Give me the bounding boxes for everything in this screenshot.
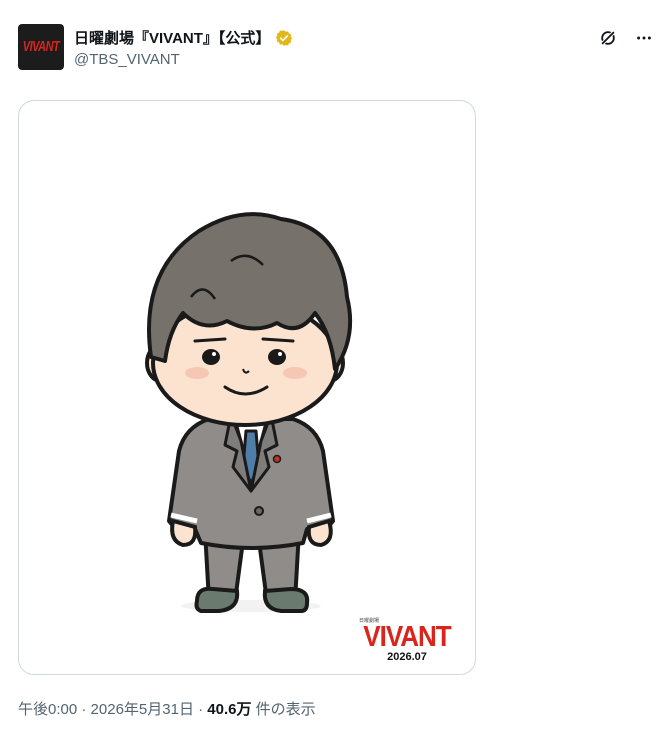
tweet-time[interactable]: 午後0:00 <box>18 701 77 718</box>
more-icon[interactable] <box>634 28 654 48</box>
tweet-meta: 午後0:00 · 2026年5月31日 · 40.6万 件の表示 <box>18 698 316 719</box>
user-handle[interactable]: @TBS_VIVANT <box>74 51 180 68</box>
character-illustration <box>145 212 353 613</box>
meta-separator: · <box>77 701 91 718</box>
view-label: 件の表示 <box>251 701 316 718</box>
logo-year: 2026.07 <box>387 651 427 663</box>
name-row: 日曜劇場『VIVANT』【公式】 <box>74 27 293 48</box>
header-actions <box>598 28 654 48</box>
display-name[interactable]: 日曜劇場『VIVANT』【公式】 <box>74 27 270 48</box>
tweet-header: VIVANT 日曜劇場『VIVANT』【公式】 @TBS_VIVANT <box>18 24 654 72</box>
avatar[interactable]: VIVANT <box>18 24 64 70</box>
meta-separator: · <box>193 701 208 718</box>
verified-badge-icon <box>276 29 293 46</box>
avatar-logo-text: VIVANT <box>22 38 60 56</box>
vivant-logo: 日曜劇場 VIVANT 2026.07 <box>355 617 459 663</box>
logo-title: VIVANT <box>363 619 451 653</box>
tweet-image[interactable]: 日曜劇場 VIVANT 2026.07 <box>18 100 476 675</box>
grok-icon[interactable] <box>598 28 618 48</box>
view-count[interactable]: 40.6万 <box>207 701 251 718</box>
tweet-date[interactable]: 2026年5月31日 <box>91 701 194 718</box>
